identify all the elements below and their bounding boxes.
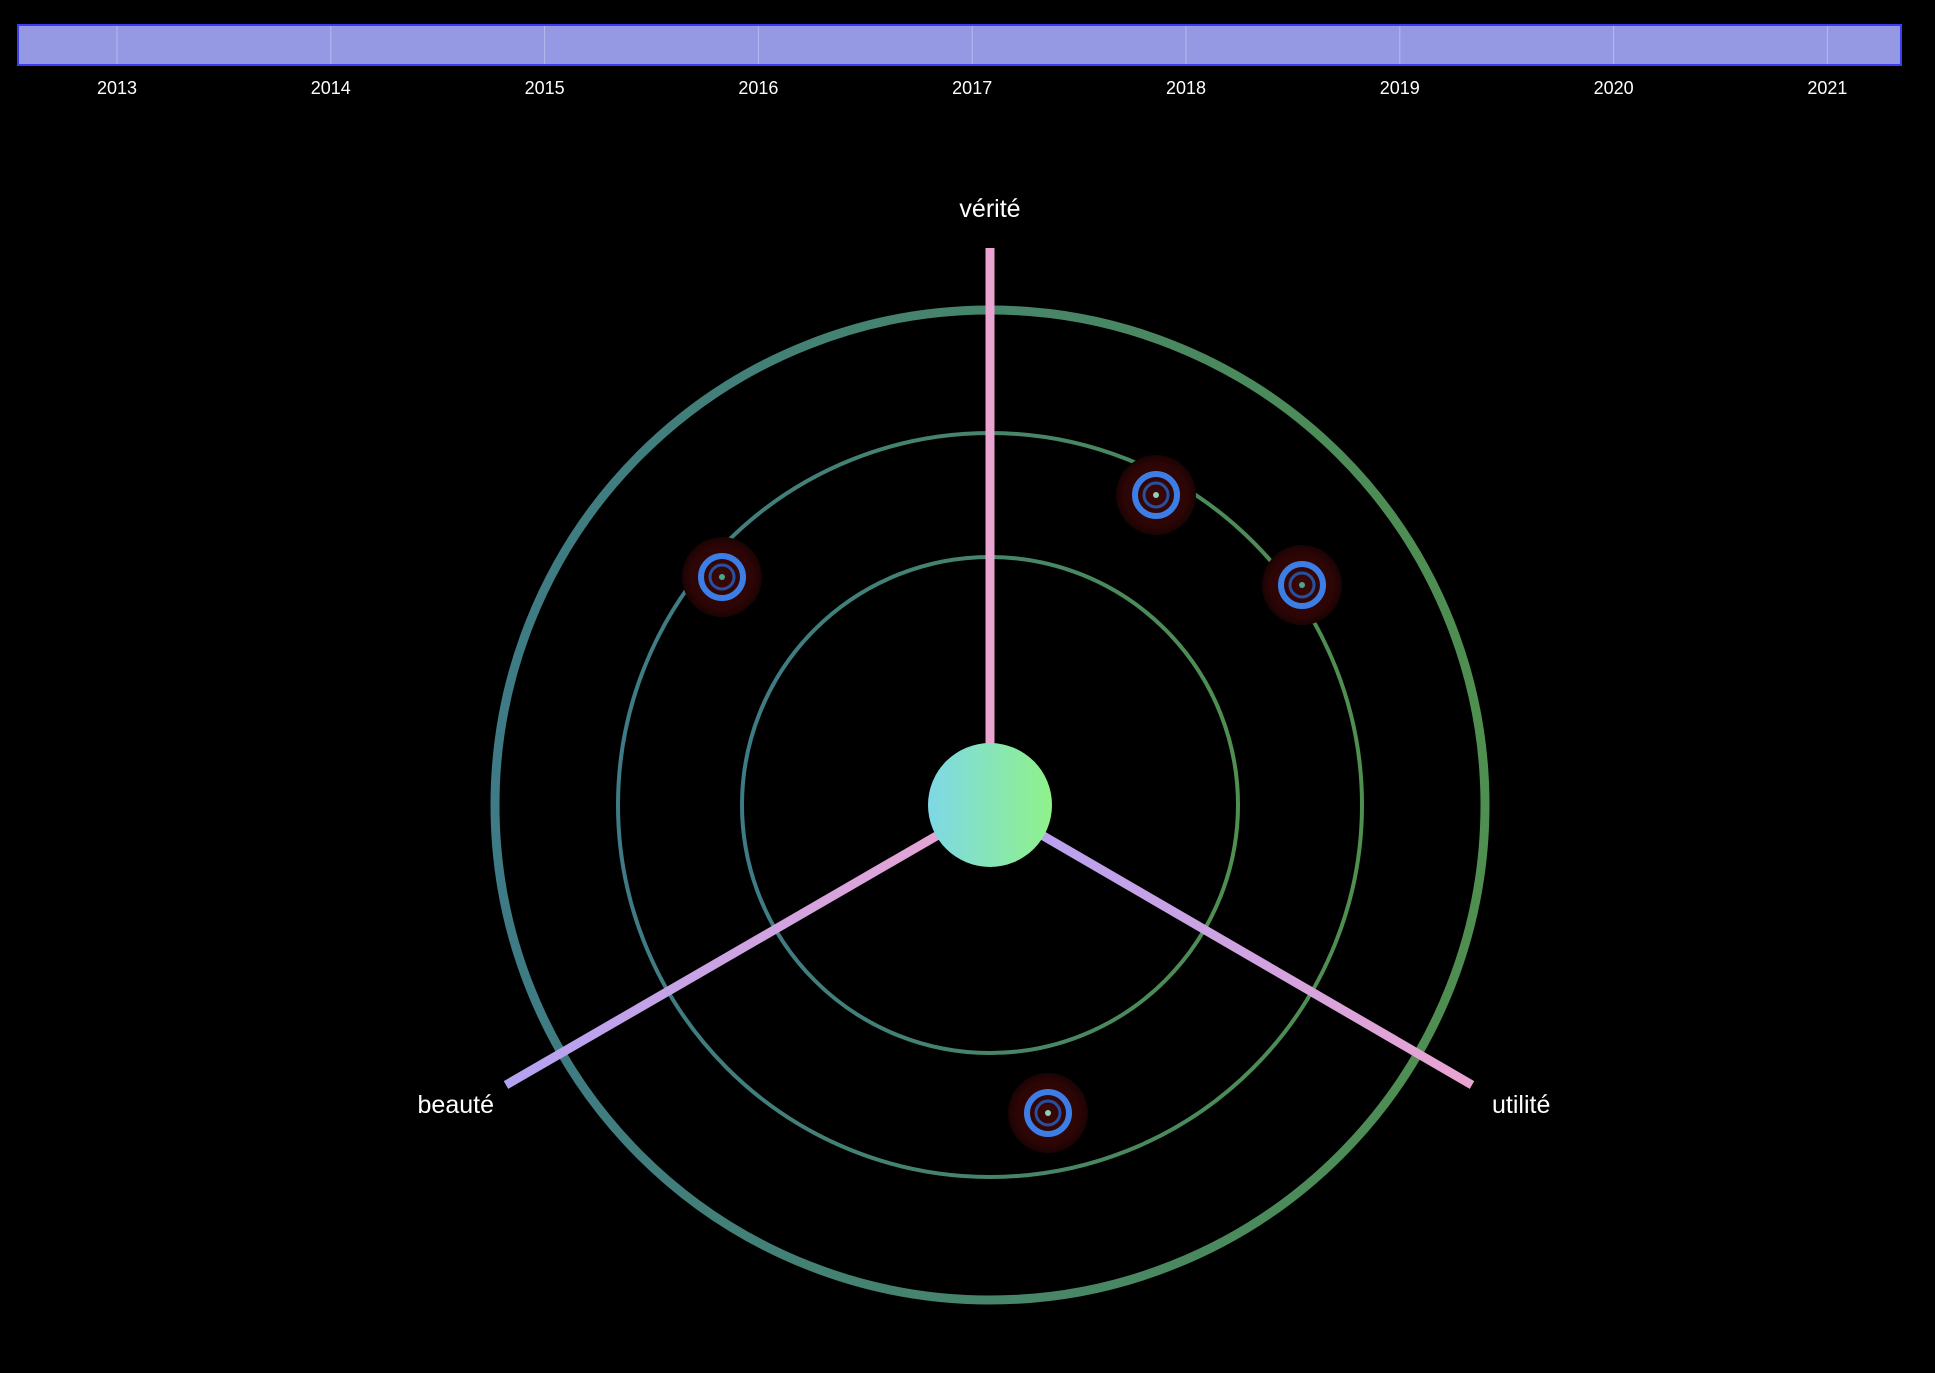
timeline-year-label[interactable]: 2019 <box>1380 78 1420 98</box>
timeline-year-label[interactable]: 2016 <box>738 78 778 98</box>
axis-label-verite: vérité <box>959 195 1020 223</box>
marker[interactable] <box>682 537 762 617</box>
marker-core <box>719 574 725 580</box>
timeline-bar[interactable] <box>17 24 1902 66</box>
axis-label-utilite: utilité <box>1492 1091 1550 1119</box>
visualization-canvas: 2013 2014 2015 2016 2017 2018 2019 2020 2021 <box>0 0 1935 1368</box>
timeline-year-label[interactable]: 2020 <box>1594 78 1634 98</box>
timeline-year-labels: 2013 2014 2015 2016 2017 2018 2019 2020 2021 <box>97 78 1847 98</box>
marker[interactable] <box>1262 545 1342 625</box>
radar-center-hub[interactable] <box>928 743 1052 867</box>
marker-core <box>1299 582 1305 588</box>
timeline-year-label[interactable]: 2021 <box>1807 78 1847 98</box>
marker-core <box>1045 1110 1051 1116</box>
timeline-year-label[interactable]: 2013 <box>97 78 137 98</box>
marker[interactable] <box>1116 455 1196 535</box>
marker-core <box>1153 492 1159 498</box>
timeline-year-label[interactable]: 2018 <box>1166 78 1206 98</box>
marker[interactable] <box>1008 1073 1088 1153</box>
axis-label-beaute: beauté <box>418 1091 494 1119</box>
timeline-year-label[interactable]: 2015 <box>525 78 565 98</box>
timeline-year-label[interactable]: 2017 <box>952 78 992 98</box>
timeline[interactable]: 2013 2014 2015 2016 2017 2018 2019 2020 2021 <box>17 24 1902 98</box>
timeline-year-label[interactable]: 2014 <box>311 78 351 98</box>
radar-visualization: 2013 2014 2015 2016 2017 2018 2019 2020 2021 <box>17 24 1902 1305</box>
